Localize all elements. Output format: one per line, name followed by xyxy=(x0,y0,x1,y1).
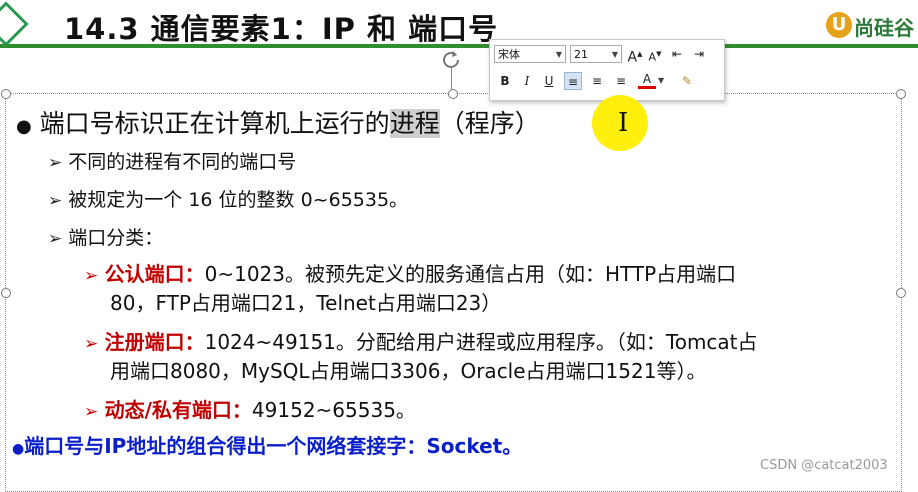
arrow-bullet-icon: ➢ xyxy=(48,191,63,211)
rotate-handle-icon[interactable] xyxy=(441,49,461,69)
category-wellknown-cont: 80，FTP占用端口21，Telnet占用端口23） xyxy=(110,291,502,315)
italic-button[interactable]: I xyxy=(518,72,536,90)
arrow-bullet-icon: ➢ xyxy=(48,153,63,173)
chevron-down-icon: ▼ xyxy=(555,50,562,59)
socket-definition: ●端口号与IP地址的组合得出一个网络套接字：Socket。 xyxy=(12,434,523,458)
underline-button[interactable]: U xyxy=(540,72,558,90)
grow-font-button[interactable]: A▲ xyxy=(626,45,644,66)
bullet-port-definition: ● 端口号标识正在计算机上运行的进程（程序） xyxy=(16,109,540,138)
category-wellknown: ➢ 公认端口：0~1023。被预先定义的服务通信占用（如：HTTP占用端口 xyxy=(84,262,737,286)
align-right-icon[interactable]: ≡ xyxy=(612,72,630,90)
rotate-handle-stem xyxy=(451,66,452,90)
format-painter-icon[interactable]: ✎ xyxy=(678,72,696,90)
bold-button[interactable]: B xyxy=(496,72,514,90)
bullet-dot-icon: ● xyxy=(12,441,25,457)
slide-title: 14.3 通信要素1：IP 和 端口号 xyxy=(64,12,499,46)
brand-logo-text: 尚硅谷 xyxy=(854,16,914,40)
align-left-icon[interactable]: ≡ xyxy=(564,72,582,90)
format-mini-toolbar: 宋体 ▼ 21 ▼ A▲ A▼ ⇤ ⇥ B I U ≡ ≡ ≡ A ▼ ✎ xyxy=(489,39,725,101)
align-center-icon[interactable]: ≡ xyxy=(588,72,606,90)
category-registered-cont: 用端口8080，MySQL占用端口3306，Oracle占用端口1521等）。 xyxy=(110,359,707,383)
sub-bullet: ➢ 被规定为一个 16 位的整数 0~65535。 xyxy=(48,189,409,211)
header-divider xyxy=(0,44,918,48)
highlighted-word: 进程 xyxy=(389,109,440,138)
resize-handle-left[interactable] xyxy=(1,288,11,298)
watermark: CSDN @catcat2003 xyxy=(760,458,888,473)
font-size-value: 21 xyxy=(574,48,588,61)
increase-indent-icon[interactable]: ⇥ xyxy=(690,45,708,63)
resize-handle-top[interactable] xyxy=(448,89,458,99)
chevron-down-icon: ▼ xyxy=(611,50,618,59)
shrink-font-button[interactable]: A▼ xyxy=(646,45,664,64)
arrow-bullet-icon: ➢ xyxy=(84,334,99,354)
resize-handle-top-left[interactable] xyxy=(1,89,11,99)
resize-handle-top-right[interactable] xyxy=(896,89,906,99)
brand-logo-icon: U xyxy=(826,12,852,38)
font-color-button[interactable]: A xyxy=(638,70,656,89)
sub-bullet: ➢ 端口分类： xyxy=(48,227,164,249)
category-dynamic: ➢ 动态/私有端口：49152~65535。 xyxy=(84,398,416,422)
font-name-value: 宋体 xyxy=(498,48,520,61)
category-registered: ➢ 注册端口：1024~49151。分配给用户进程或应用程序。（如：Tomcat… xyxy=(84,330,758,354)
font-name-select[interactable]: 宋体 ▼ xyxy=(494,45,566,63)
decrease-indent-icon[interactable]: ⇤ xyxy=(668,45,686,63)
arrow-bullet-icon: ➢ xyxy=(84,402,99,422)
arrow-bullet-icon: ➢ xyxy=(48,229,63,249)
arrow-bullet-icon: ➢ xyxy=(84,266,99,286)
sub-bullet: ➢ 不同的进程有不同的端口号 xyxy=(48,151,297,173)
font-size-select[interactable]: 21 ▼ xyxy=(570,45,622,63)
bullet-dot-icon: ● xyxy=(16,116,32,137)
resize-handle-right[interactable] xyxy=(896,288,906,298)
text-cursor-icon: I xyxy=(618,108,629,138)
